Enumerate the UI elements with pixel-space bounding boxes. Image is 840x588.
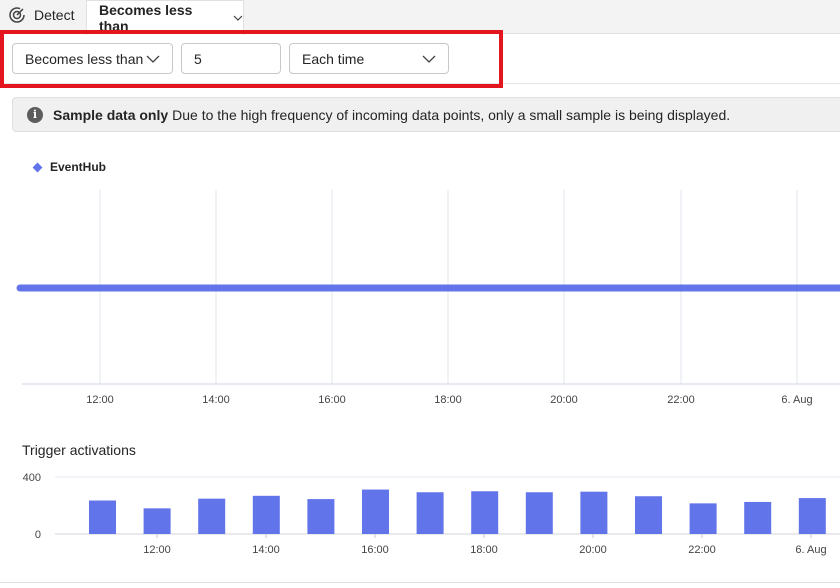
bar — [307, 499, 335, 534]
x-tick-label: 18:00 — [434, 394, 462, 406]
bar — [689, 503, 717, 534]
tab-condition[interactable]: Becomes less than — [86, 0, 244, 35]
y-tick-label: 400 — [23, 472, 41, 484]
threshold-value: 5 — [194, 50, 202, 67]
detect-section[interactable]: Detect — [8, 6, 74, 24]
bar — [798, 498, 826, 534]
chevron-down-icon — [233, 15, 243, 21]
x-tick-label: 6. Aug — [781, 394, 812, 406]
bar — [143, 508, 171, 534]
banner-title: Sample data only — [53, 106, 169, 123]
line-chart: 12:00 14:00 16:00 18:00 20:00 22:00 6. Aug — [16, 190, 840, 406]
bar — [744, 501, 772, 534]
x-tick-label: 20:00 — [550, 394, 578, 406]
bar — [198, 498, 226, 534]
top-bar: Detect Becomes less than — [0, 0, 840, 35]
tab-label: Becomes less than — [99, 2, 193, 34]
frequency-value: Each time — [302, 50, 365, 67]
x-tick-label: 18:00 — [470, 544, 498, 556]
divider — [0, 582, 840, 583]
x-tick-label: 12:00 — [143, 544, 171, 556]
bar — [89, 500, 116, 534]
sample-data-banner: i Sample data only Due to the high frequ… — [12, 97, 840, 132]
bar-chart: 400 0 12:00 14:00 16:00 18:00 20:00 22:00 6. Aug — [23, 472, 840, 556]
x-tick-label: 22:00 — [667, 394, 695, 406]
x-tick-label: 22:00 — [688, 544, 716, 556]
detect-label: Detect — [34, 7, 75, 23]
y-tick-label: 0 — [35, 529, 41, 541]
x-tick-label: 12:00 — [86, 394, 114, 406]
bar — [525, 492, 553, 534]
trigger-activations-title: Trigger activations — [22, 442, 136, 458]
banner-message: Due to the high frequency of incoming da… — [172, 106, 731, 123]
x-tick-label: 14:00 — [202, 394, 230, 406]
chevron-down-icon — [422, 55, 436, 63]
x-tick-label: 16:00 — [318, 394, 346, 406]
condition-dropdown[interactable]: Becomes less than — [12, 43, 173, 74]
x-tick-label: 20:00 — [579, 544, 607, 556]
legend-label: EventHub — [50, 160, 107, 174]
bar — [635, 496, 662, 534]
bar — [471, 491, 499, 534]
x-tick-label: 14:00 — [252, 544, 280, 556]
chart-legend[interactable]: EventHub — [32, 160, 107, 174]
info-icon: i — [27, 106, 43, 123]
x-tick-label: 16:00 — [361, 544, 389, 556]
bar — [580, 491, 608, 534]
bar — [416, 492, 444, 534]
threshold-input[interactable]: 5 — [181, 43, 281, 74]
bar — [362, 489, 389, 534]
chevron-down-icon — [146, 55, 160, 63]
legend-marker-icon — [32, 162, 43, 172]
bar — [252, 495, 280, 534]
x-tick-label: 6. Aug — [795, 544, 826, 556]
frequency-dropdown[interactable]: Each time — [289, 43, 449, 74]
condition-value: Becomes less than — [25, 50, 144, 67]
detect-icon — [9, 7, 25, 23]
